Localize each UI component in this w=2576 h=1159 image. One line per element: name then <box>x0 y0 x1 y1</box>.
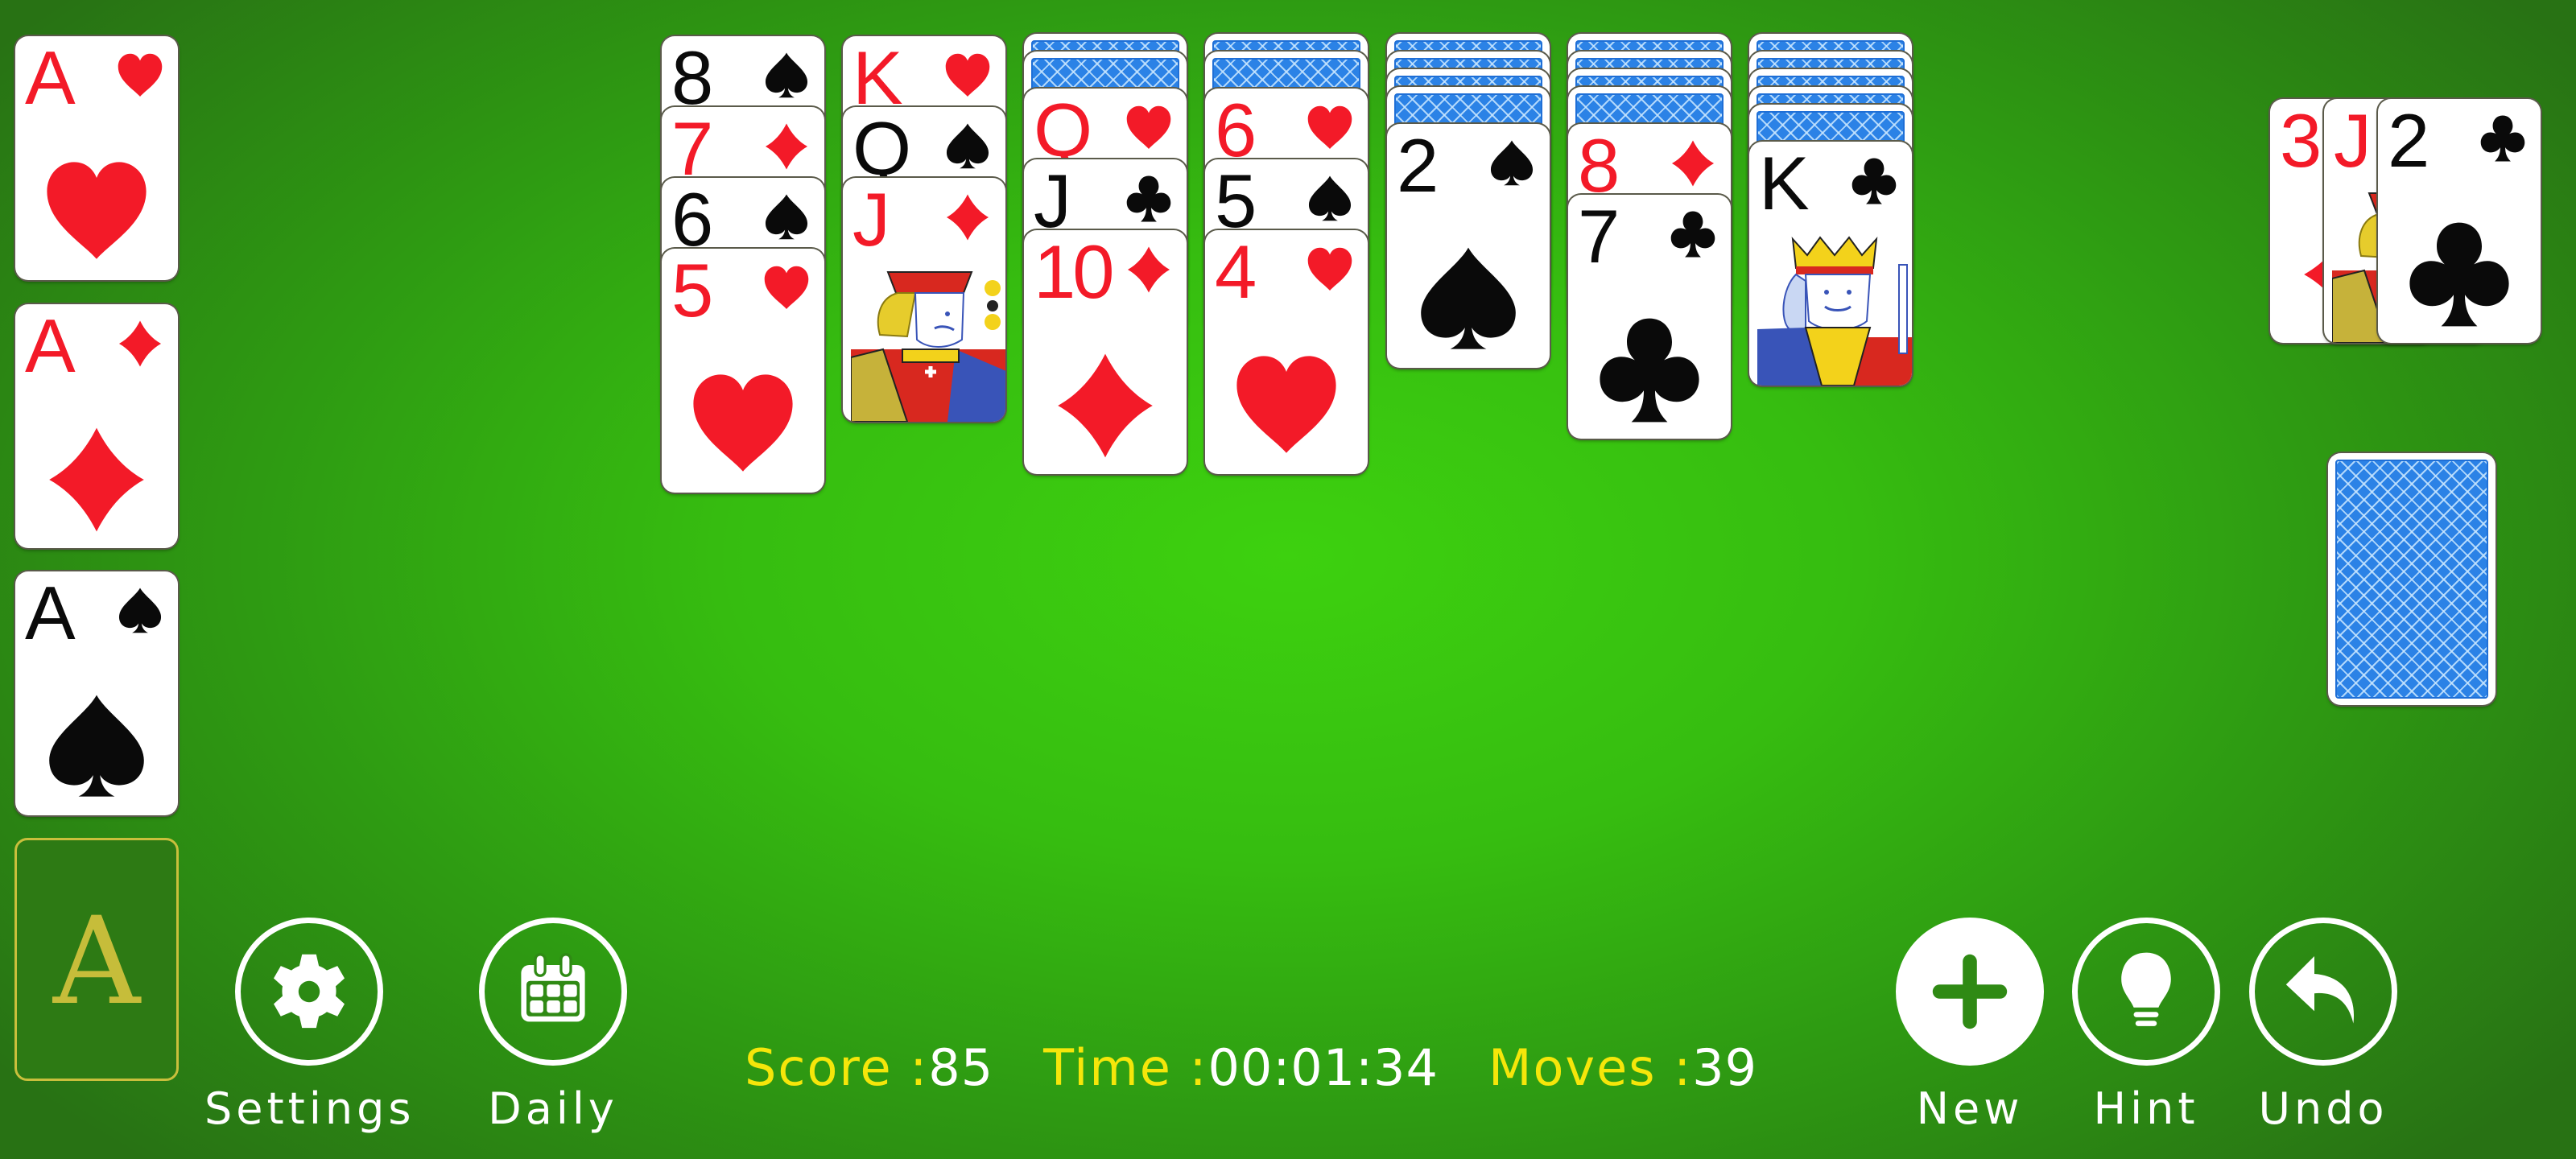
settings-button[interactable] <box>235 918 383 1066</box>
big-suit-diamonds-icon <box>1058 353 1153 458</box>
card-rank: 7 <box>1578 195 1620 278</box>
card-rank: 2 <box>1397 124 1439 208</box>
suit-spades-icon <box>118 588 162 633</box>
big-suit-diamonds-icon <box>49 427 144 532</box>
gear-icon <box>274 954 345 1029</box>
big-suit-spades-icon <box>1421 247 1516 349</box>
tableau-card[interactable]: 4 <box>1205 230 1368 474</box>
suit-spades-icon <box>765 194 808 240</box>
card-back-pattern <box>2335 460 2488 699</box>
suit-clubs-icon <box>1852 158 1897 204</box>
suit-spades-icon <box>1308 175 1352 221</box>
suit-hearts-icon <box>118 53 163 97</box>
card-rank: 3 <box>2280 99 2322 183</box>
big-suit-clubs-icon <box>2409 222 2509 327</box>
card-rank: J <box>1034 159 1071 243</box>
card-rank: Q <box>1034 89 1092 172</box>
foundation-hearts[interactable]: A <box>15 36 178 280</box>
settings-label: Settings <box>204 1083 415 1134</box>
tableau-card[interactable]: J <box>843 178 1005 422</box>
score-value: 85 <box>928 1038 994 1097</box>
tableau-card[interactable]: 2 <box>1387 124 1550 368</box>
card-rank: 4 <box>1215 230 1257 314</box>
king-portrait <box>1757 236 1912 386</box>
suit-spades-icon <box>1490 140 1534 186</box>
suit-diamonds-icon <box>1671 140 1715 187</box>
suit-diamonds-icon <box>1127 246 1170 293</box>
big-suit-clubs-icon <box>1600 318 1699 423</box>
new-game-button[interactable] <box>1896 918 2044 1066</box>
suit-diamonds-icon <box>118 320 162 367</box>
card-rank: 7 <box>671 107 713 191</box>
suit-spades-icon <box>765 52 808 98</box>
card-rank: 6 <box>671 178 713 262</box>
card-rank: 5 <box>671 249 713 332</box>
stock-pile[interactable] <box>2328 453 2496 705</box>
suit-hearts-icon <box>1126 105 1171 150</box>
suit-hearts-icon <box>764 266 809 310</box>
daily-label: Daily <box>488 1083 618 1134</box>
plus-icon <box>1932 954 2008 1029</box>
foundation-spades[interactable]: A <box>15 571 178 815</box>
card-rank: K <box>852 36 903 120</box>
card-rank: J <box>852 178 890 262</box>
card-rank: A <box>25 304 76 388</box>
suit-clubs-icon <box>1670 211 1715 258</box>
suit-clubs-icon <box>2480 115 2525 162</box>
card-rank: K <box>1759 142 1810 225</box>
jack-portrait <box>851 271 1005 422</box>
card-rank: J <box>2334 99 2372 183</box>
moves-value: 39 <box>1692 1038 1758 1097</box>
big-suit-hearts-icon <box>693 374 793 472</box>
undo-label: Undo <box>2258 1083 2388 1134</box>
tableau-card[interactable]: 5 <box>662 249 824 493</box>
card-rank: 8 <box>1578 124 1620 208</box>
tableau-card[interactable]: K <box>1749 142 1912 386</box>
undo-arrow-icon <box>2285 956 2355 1024</box>
card-rank: A <box>25 571 76 655</box>
tableau-card[interactable]: 7 <box>1568 195 1731 439</box>
suit-hearts-icon <box>1307 105 1352 150</box>
undo-button[interactable] <box>2249 918 2397 1066</box>
moves-label: Moves : <box>1488 1038 1693 1097</box>
time-label: Time : <box>1043 1038 1208 1097</box>
suit-clubs-icon <box>1126 175 1171 222</box>
lightbulb-icon <box>2121 952 2171 1026</box>
card-rank: 2 <box>2388 99 2429 183</box>
big-suit-hearts-icon <box>1236 356 1336 453</box>
big-suit-hearts-icon <box>47 162 147 259</box>
suit-hearts-icon <box>1307 247 1352 291</box>
calendar-icon <box>521 953 585 1022</box>
card-rank: 10 <box>1034 230 1115 314</box>
daily-button[interactable] <box>479 918 627 1066</box>
big-suit-spades-icon <box>49 695 144 797</box>
card-rank: A <box>25 36 76 120</box>
hint-button[interactable] <box>2072 918 2220 1066</box>
empty-foundation-slot[interactable]: A <box>14 838 179 1081</box>
card-rank: 6 <box>1215 89 1257 172</box>
foundation-placeholder-letter: A <box>52 892 141 1032</box>
tableau-card[interactable]: 10 <box>1024 230 1187 474</box>
suit-hearts-icon <box>945 53 990 97</box>
foundation-diamonds[interactable]: A <box>15 304 178 548</box>
card-rank: Q <box>852 107 911 191</box>
status-bar: Score : 85 Time : 00:01:34 Moves : 39 <box>745 1038 1757 1097</box>
suit-spades-icon <box>946 123 989 169</box>
score-label: Score : <box>745 1038 929 1097</box>
waste-top-card[interactable]: 2 <box>2378 99 2541 343</box>
time-value: 00:01:34 <box>1208 1038 1439 1097</box>
suit-diamonds-icon <box>946 194 989 241</box>
card-rank: 8 <box>671 36 713 120</box>
suit-diamonds-icon <box>765 123 808 170</box>
card-rank: 5 <box>1215 159 1257 243</box>
